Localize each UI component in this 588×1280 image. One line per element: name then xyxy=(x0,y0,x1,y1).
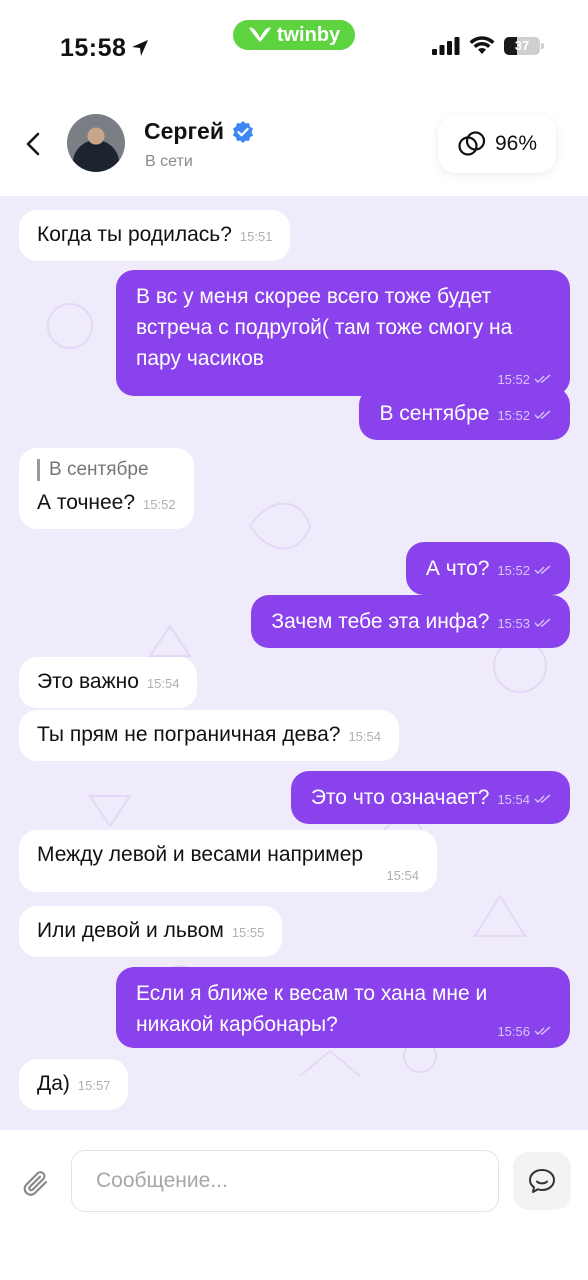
message-text: Когда ты родилась? xyxy=(37,223,232,246)
message-text: Это что означает? xyxy=(310,786,490,809)
message-text: Да) xyxy=(37,1072,70,1095)
double-check-icon xyxy=(534,794,551,803)
message-outgoing[interactable]: Зачем тебе эта инфа? 15:53 xyxy=(251,595,570,648)
double-check-icon xyxy=(534,374,551,383)
message-incoming[interactable]: Это важно 15:54 xyxy=(19,657,198,708)
message-time: 15:52 xyxy=(497,372,530,387)
message-time: 15:54 xyxy=(386,868,419,883)
signal-icon xyxy=(432,36,460,55)
presence-status: В сети xyxy=(145,153,193,170)
message-time: 15:53 xyxy=(497,616,530,631)
message-incoming[interactable]: Между левой и весами например 15:54 xyxy=(19,830,437,892)
double-check-icon xyxy=(534,1026,551,1035)
chat-bubble-icon xyxy=(529,1169,555,1193)
message-time: 15:57 xyxy=(77,1078,111,1093)
message-text: В сентябре xyxy=(379,402,490,425)
message-text: А точнее? xyxy=(37,491,136,514)
message-incoming[interactable]: Да) 15:57 xyxy=(19,1059,129,1110)
message-time: 15:54 xyxy=(146,676,180,691)
message-input[interactable]: Сообщение... xyxy=(71,1150,499,1212)
paperclip-icon[interactable] xyxy=(22,1168,52,1200)
message-time: 15:54 xyxy=(497,792,530,807)
message-time: 15:52 xyxy=(143,497,176,512)
double-check-icon xyxy=(534,565,551,574)
composer: Сообщение... xyxy=(0,1130,588,1280)
message-text: Это важно xyxy=(37,670,139,693)
message-input-placeholder: Сообщение... xyxy=(96,1169,228,1192)
contact-name[interactable]: Сергей xyxy=(144,118,255,145)
message-text: Между левой и весами например xyxy=(37,843,364,866)
verified-badge-icon xyxy=(232,120,253,143)
stickers-button[interactable] xyxy=(513,1152,571,1210)
message-text: А что? xyxy=(425,557,490,580)
location-arrow-icon xyxy=(132,40,149,56)
message-incoming-reply[interactable]: В сентябре А точнее? 15:52 xyxy=(19,448,194,529)
back-chevron-icon[interactable] xyxy=(22,130,46,158)
twinby-label: twinby xyxy=(276,23,341,46)
twinby-badge[interactable]: twinby xyxy=(233,20,355,50)
message-time: 15:56 xyxy=(497,1024,530,1039)
message-time: 15:51 xyxy=(239,229,273,244)
avatar[interactable] xyxy=(67,114,125,172)
chat-area[interactable]: Когда ты родилась? 15:51 В вс у меня скор… xyxy=(0,196,588,1130)
message-text: Зачем тебе эта инфа? xyxy=(271,610,490,633)
match-percent-button[interactable]: 96% xyxy=(438,115,556,173)
twinby-logo-icon xyxy=(248,27,271,42)
chat-header: Сергей В сети 96% xyxy=(0,92,588,196)
message-incoming[interactable]: Когда ты родилась? 15:51 xyxy=(19,210,291,261)
battery-level: 37 xyxy=(514,38,530,53)
double-check-icon xyxy=(534,618,551,627)
message-text: Или девой и львом xyxy=(37,919,224,942)
contact-name-text: Сергей xyxy=(144,118,224,144)
message-outgoing[interactable]: Если я ближе к весам то хана мне и никак… xyxy=(116,967,570,1048)
clock: 15:58 xyxy=(60,34,150,63)
message-incoming[interactable]: Или девой и львом 15:55 xyxy=(19,906,283,957)
message-time: 15:55 xyxy=(231,925,265,940)
match-percent: 96% xyxy=(494,132,538,155)
message-incoming[interactable]: Ты прям не пограничная дева? 15:54 xyxy=(19,710,399,761)
wifi-icon xyxy=(469,36,495,54)
message-time: 15:52 xyxy=(497,563,530,578)
message-time: 15:54 xyxy=(348,729,381,744)
rings-icon xyxy=(458,131,486,156)
battery-icon: 37 xyxy=(504,36,544,55)
message-outgoing[interactable]: В вс у меня скорее всего тоже будет встр… xyxy=(116,270,570,396)
message-outgoing[interactable]: В сентябре 15:52 xyxy=(359,387,570,440)
double-check-icon xyxy=(534,410,551,419)
message-outgoing[interactable]: Это что означает? 15:54 xyxy=(290,771,570,824)
reply-quote[interactable]: В сентябре xyxy=(37,459,176,481)
message-text: Ты прям не пограничная дева? xyxy=(37,723,341,746)
message-outgoing[interactable]: А что? 15:52 xyxy=(405,542,570,595)
message-time: 15:52 xyxy=(497,408,530,423)
status-bar: 15:58 twinby 37 xyxy=(0,0,588,92)
message-text: В вс у меня скорее всего тоже будет встр… xyxy=(136,285,513,370)
system-icons: 37 xyxy=(432,36,544,55)
